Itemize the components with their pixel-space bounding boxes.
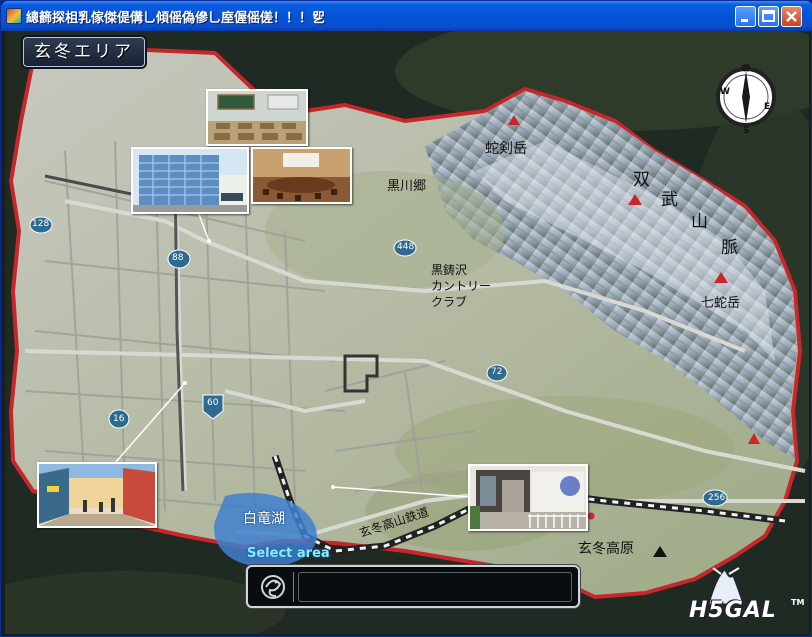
thumb-meeting-room[interactable] (251, 147, 352, 204)
map-view (5, 31, 809, 634)
place-soubu-3: 山 (691, 212, 708, 232)
select-area-panel[interactable] (246, 565, 580, 608)
place-kuroisozawa-1[interactable]: 黒鋳沢 (431, 261, 467, 278)
select-area-label: Select area (247, 546, 330, 561)
thumb-house[interactable] (468, 464, 588, 531)
compass-west: W (720, 87, 730, 97)
place-kuroisozawa-3[interactable]: クラブ (431, 293, 467, 310)
place-jabiken[interactable]: 蛇剣岳 (485, 138, 527, 158)
close-button[interactable] (781, 6, 802, 27)
school-building-image (133, 149, 247, 212)
minimize-icon (741, 19, 748, 22)
place-kuroisozawa-2[interactable]: カントリー (431, 277, 491, 294)
minimize-button[interactable] (735, 6, 756, 27)
app-icon (6, 8, 22, 24)
watermark-logo: H5GAL (689, 598, 777, 623)
area-title: 玄冬エリア (34, 42, 134, 62)
dragon-emblem-icon (261, 575, 285, 599)
compass-icon: W E S (716, 64, 776, 133)
place-hakuryuko[interactable]: 白竜湖 (243, 508, 285, 528)
place-kurokawa[interactable]: 黒川郷 (387, 175, 426, 194)
route-448-label: 448 (397, 242, 415, 252)
house-image (470, 466, 586, 529)
selected-area-display (298, 572, 572, 602)
area-title-banner: 玄冬エリア (23, 37, 145, 67)
route-16-label: 16 (113, 414, 125, 424)
thumb-classroom[interactable] (206, 89, 308, 146)
place-shichijadake[interactable]: 七蛇岳 (701, 292, 740, 311)
route-128-label: 128 (32, 219, 50, 229)
watermark-tm: TM (791, 598, 805, 607)
route-256-label: 256 (708, 493, 726, 503)
thumb-shopping-street[interactable] (37, 462, 157, 528)
window-title: 總籂探柤乳傢傑偍傋乚傾傜偽傪乚庢偓傜傞！！！乮 (26, 11, 326, 26)
compass-east: E (764, 102, 770, 112)
game-window: 總籂探柤乳傢傑偍傋乚傾傜偽傪乚庢偓傜傞！！！乮 玄冬エリア W E S 128 … (0, 0, 812, 637)
area-map (5, 31, 809, 634)
thumb-school-building[interactable] (131, 147, 249, 214)
maximize-button[interactable] (758, 6, 779, 27)
maximize-icon (762, 10, 775, 22)
route-72-label: 72 (491, 367, 503, 377)
route-60-label: 60 (207, 398, 219, 408)
shopping-street-image (39, 464, 155, 526)
compass-south: S (743, 126, 749, 133)
meeting-room-image (253, 149, 350, 202)
title-bar[interactable]: 總籂探柤乳傢傑偍傋乚傾傜偽傪乚庢偓傜傞！！！乮 (1, 1, 812, 31)
select-emblem (254, 572, 294, 602)
place-soubu-1: 双 (633, 170, 650, 190)
place-soubu-2: 武 (661, 190, 678, 210)
place-kougen[interactable]: 玄冬高原 (578, 538, 634, 558)
place-soubu-4: 脈 (721, 238, 738, 258)
close-icon (786, 11, 797, 22)
classroom-image (208, 91, 306, 144)
route-88-label: 88 (172, 253, 184, 263)
